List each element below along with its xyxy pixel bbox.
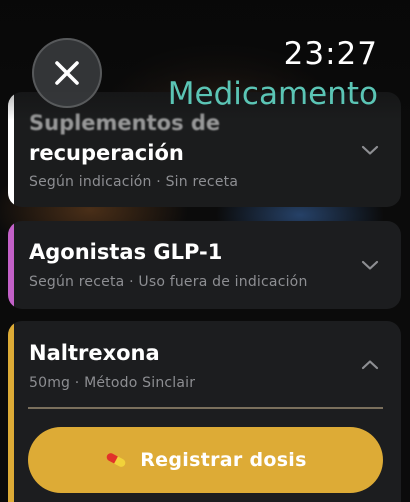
log-dose-button[interactable]: Registrar dosis xyxy=(28,427,383,493)
card-subtitle: Según indicación · Sin receta xyxy=(29,174,239,190)
chevron-down-icon[interactable] xyxy=(361,259,379,271)
card-title-line1: Suplementos de xyxy=(29,111,221,135)
pill-icon xyxy=(106,453,126,467)
card-divider xyxy=(28,407,383,409)
clock: 23:27 xyxy=(283,36,378,72)
close-button[interactable] xyxy=(32,38,102,108)
card-accent-bar xyxy=(8,321,14,502)
card-title-line2: recuperación xyxy=(29,141,184,165)
card-title: Suplementos de recuperación xyxy=(29,108,329,168)
log-dose-label: Registrar dosis xyxy=(140,449,307,471)
watch-screen: 23:27 Medicamento Suplementos de recuper… xyxy=(0,0,410,502)
card-accent-bar xyxy=(8,92,14,207)
card-title: Naltrexona xyxy=(29,341,160,365)
medication-card-naltrexone[interactable]: Naltrexona 50mg · Método Sinclair Regist… xyxy=(8,321,401,502)
page-title: Medicamento xyxy=(167,76,378,112)
card-accent-bar xyxy=(8,221,14,309)
chevron-down-icon[interactable] xyxy=(361,144,379,156)
chevron-up-icon[interactable] xyxy=(361,359,379,371)
card-title: Agonistas GLP-1 xyxy=(29,240,223,264)
card-subtitle: Según receta · Uso fuera de indicación xyxy=(29,274,308,290)
close-icon xyxy=(55,61,79,85)
medication-card-glp1[interactable]: Agonistas GLP-1 Según receta · Uso fuera… xyxy=(8,221,401,309)
card-subtitle: 50mg · Método Sinclair xyxy=(29,375,196,391)
